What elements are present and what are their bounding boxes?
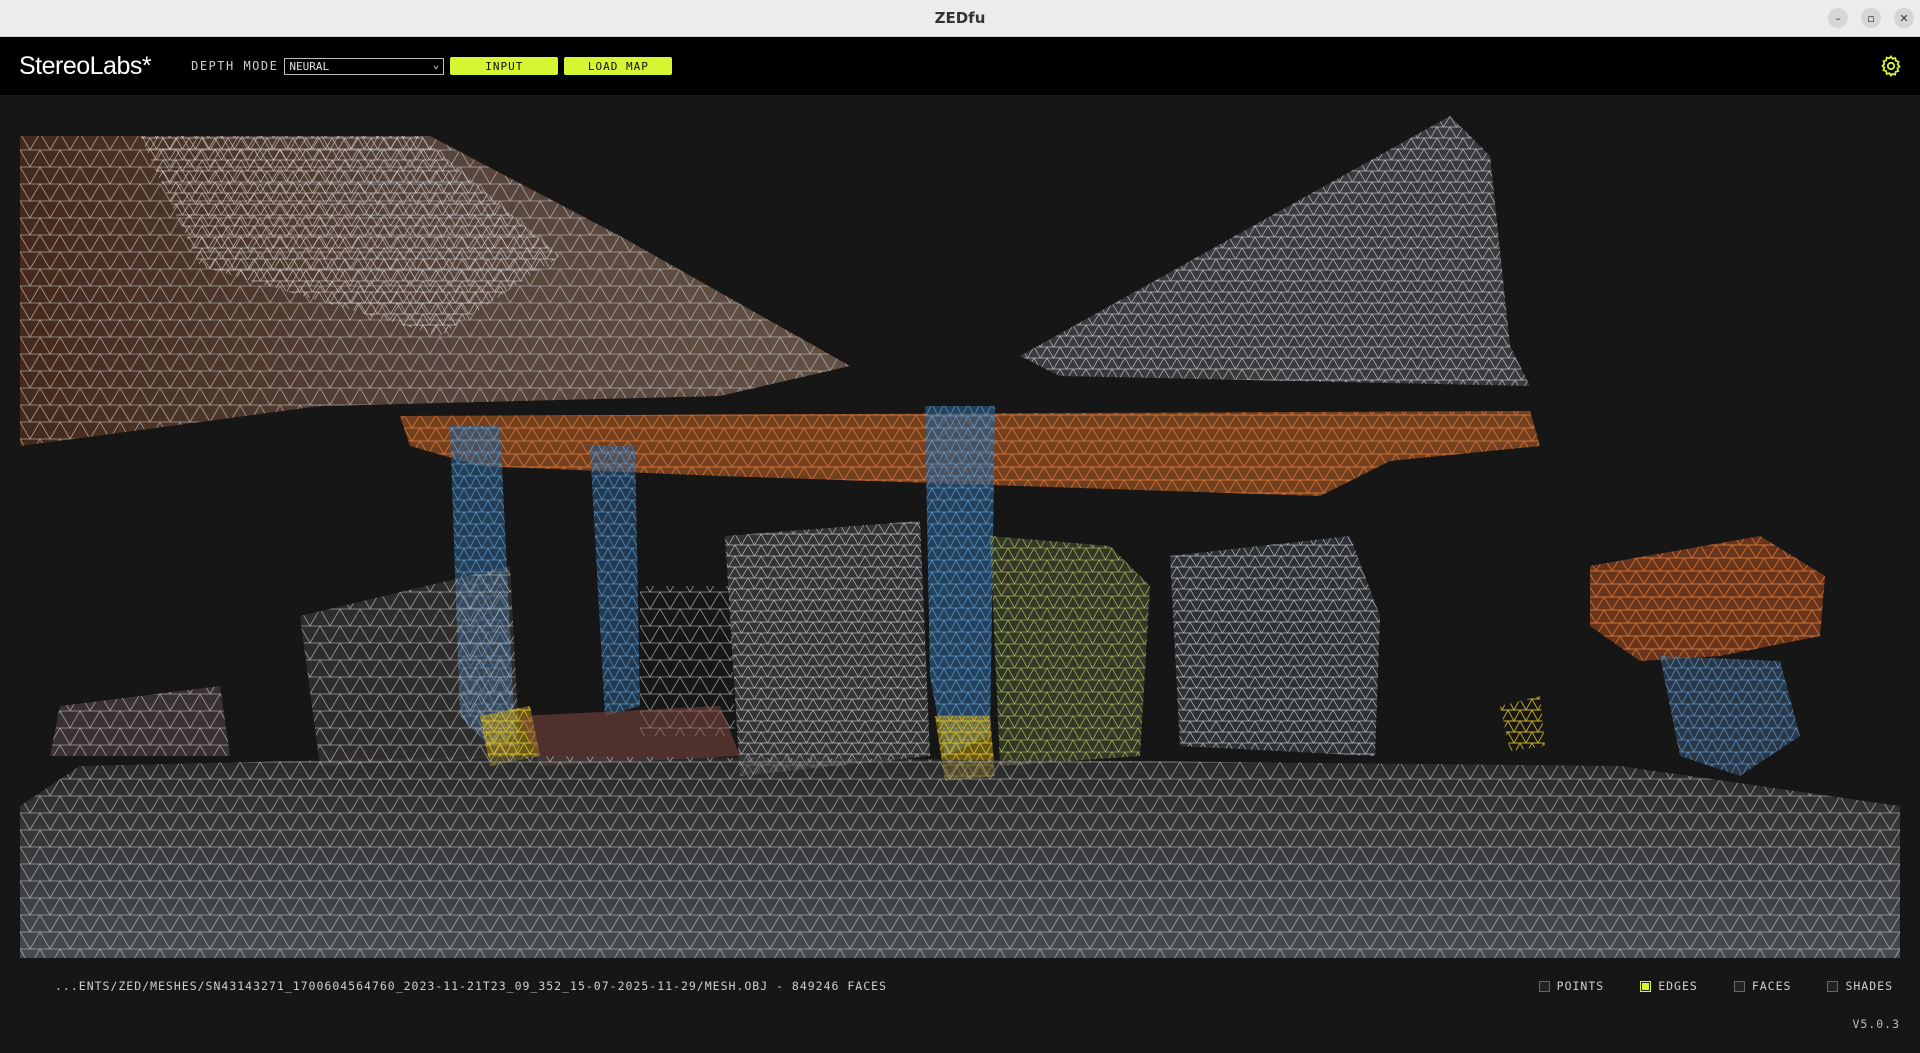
faces-label: FACES	[1751, 979, 1792, 993]
shades-toggle[interactable]: SHADES	[1827, 979, 1893, 993]
maximize-button[interactable]: ▫	[1861, 8, 1881, 28]
gear-icon[interactable]	[1879, 54, 1903, 78]
app-toolbar: StereoLabs* DEPTH MODE NEURAL ⌄ INPUT LO…	[0, 37, 1920, 95]
checkbox-icon[interactable]	[1827, 980, 1839, 992]
depth-mode-select[interactable]: NEURAL ⌄	[284, 57, 445, 75]
faces-toggle[interactable]: FACES	[1733, 979, 1792, 993]
shades-label: SHADES	[1845, 979, 1893, 993]
load-map-button[interactable]: LOAD MAP	[564, 57, 673, 75]
checkbox-icon[interactable]	[1538, 980, 1550, 992]
mesh-viewport[interactable]	[20, 116, 1900, 958]
input-button[interactable]: INPUT	[450, 57, 559, 75]
mesh-file-path: ...ENTS/ZED/MESHES/SN43143271_1700604564…	[55, 979, 887, 993]
edges-toggle[interactable]: EDGES	[1640, 979, 1698, 993]
brand-logo: StereoLabs*	[19, 51, 152, 80]
window-title: ZEDfu	[934, 9, 986, 27]
points-toggle[interactable]: POINTS	[1538, 979, 1605, 993]
checkbox-icon[interactable]	[1733, 980, 1745, 992]
checkbox-checked-icon[interactable]	[1640, 980, 1652, 992]
window-titlebar: ZEDfu – ▫ ✕	[0, 0, 1920, 37]
version-label: V5.0.3	[1852, 1017, 1900, 1031]
window-controls: – ▫ ✕	[1828, 8, 1914, 28]
chevron-down-icon: ⌄	[432, 57, 440, 71]
depth-mode-value: NEURAL	[289, 59, 330, 73]
points-label: POINTS	[1556, 979, 1605, 993]
minimize-button[interactable]: –	[1828, 8, 1848, 28]
edges-label: EDGES	[1658, 979, 1698, 993]
depth-mode-label: DEPTH MODE	[191, 59, 279, 73]
close-button[interactable]: ✕	[1894, 8, 1914, 28]
render-options: POINTS EDGES FACES SHADES	[1538, 979, 1893, 993]
mesh-render	[20, 116, 1900, 958]
